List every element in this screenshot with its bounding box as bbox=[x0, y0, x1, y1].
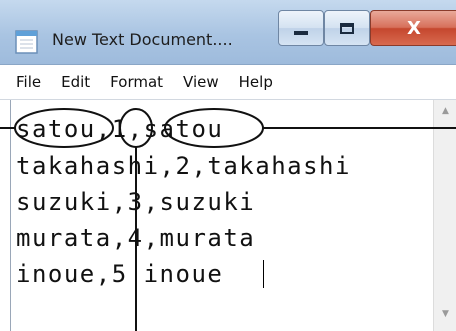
notepad-icon bbox=[15, 30, 38, 54]
text-line: suzuki,3,suzuki bbox=[16, 188, 256, 216]
scroll-down-arrow-icon[interactable]: ▼ bbox=[434, 303, 456, 325]
window-title: New Text Document.... bbox=[52, 30, 233, 49]
maximize-button[interactable] bbox=[324, 10, 370, 46]
text-line: inoue,5 inoue bbox=[16, 260, 224, 288]
menu-bar: File Edit Format View Help bbox=[0, 65, 456, 100]
close-icon: X bbox=[407, 17, 421, 39]
vertical-scrollbar[interactable]: ▲ ▼ bbox=[433, 100, 456, 331]
scroll-up-arrow-icon[interactable]: ▲ bbox=[434, 100, 456, 122]
menu-item-edit[interactable]: Edit bbox=[51, 65, 100, 99]
menu-item-file[interactable]: File bbox=[0, 65, 51, 99]
menu-item-view[interactable]: View bbox=[173, 65, 229, 99]
maximize-icon bbox=[340, 22, 354, 34]
menu-item-help[interactable]: Help bbox=[229, 65, 283, 99]
text-line: murata,4,murata bbox=[16, 224, 256, 252]
minimize-button[interactable] bbox=[278, 10, 324, 46]
text-cursor bbox=[263, 260, 264, 288]
text-line: takahashi,2,takahashi bbox=[16, 152, 351, 180]
text-line: satou,1,satou bbox=[16, 115, 224, 143]
notepad-window: New Text Document.... X File Edit Format… bbox=[0, 0, 456, 331]
close-button[interactable]: X bbox=[370, 10, 456, 46]
title-bar[interactable]: New Text Document.... X bbox=[0, 0, 456, 65]
menu-item-format[interactable]: Format bbox=[100, 65, 173, 99]
minimize-icon bbox=[294, 31, 308, 35]
